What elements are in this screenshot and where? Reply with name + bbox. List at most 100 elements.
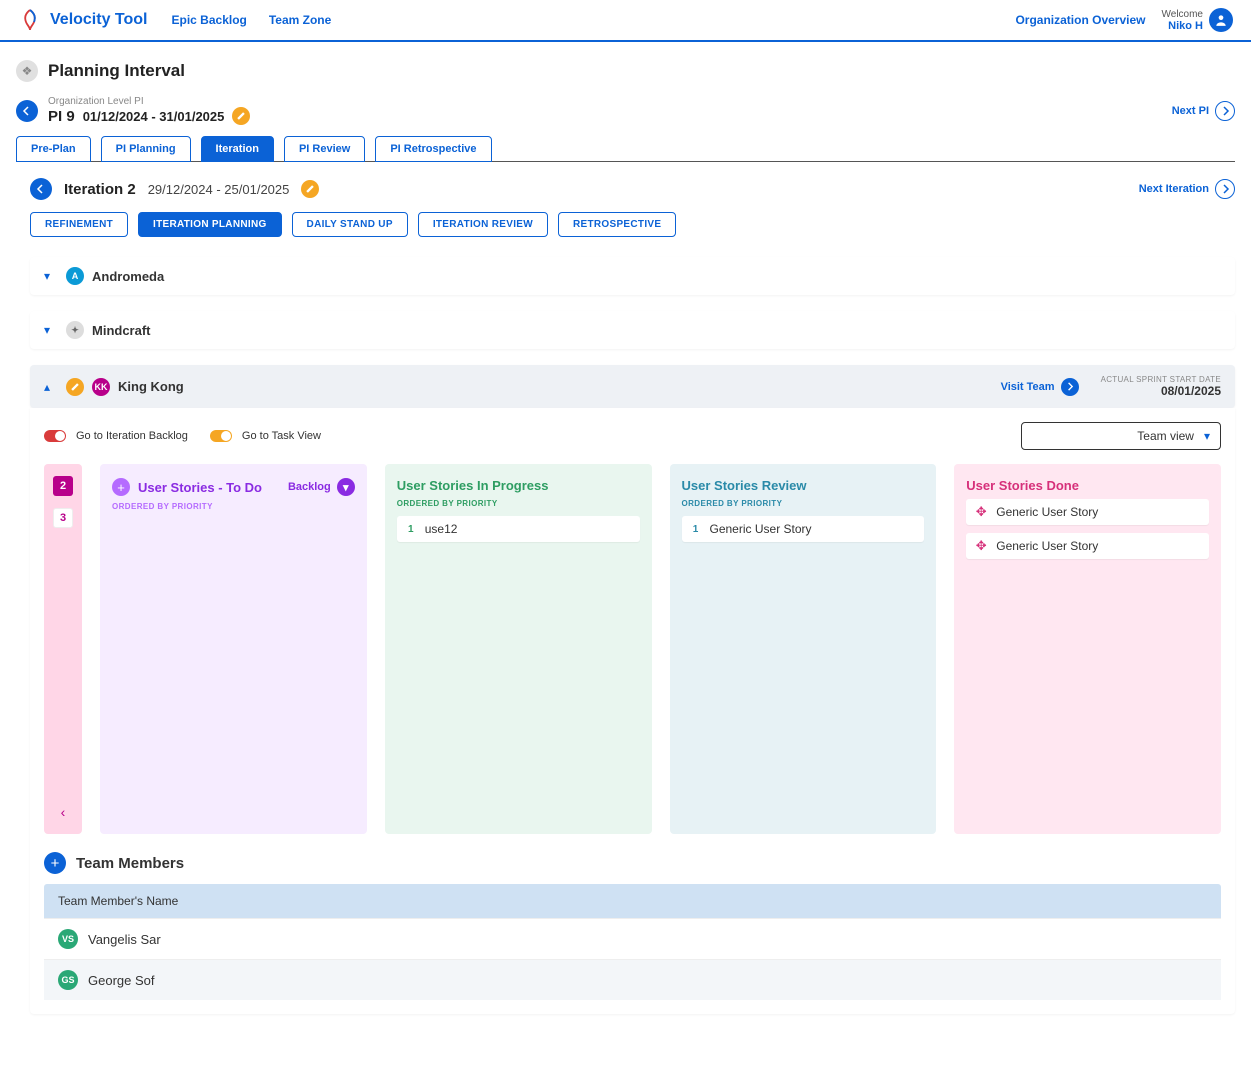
app-logo-icon xyxy=(18,8,42,32)
card-title: use12 xyxy=(425,522,458,536)
app-header: Velocity Tool Epic Backlog Team Zone Org… xyxy=(0,0,1251,42)
pill-daily-standup[interactable]: DAILY STAND UP xyxy=(292,212,408,237)
collapse-side-icon[interactable]: ‹ xyxy=(61,804,66,820)
card-priority: 1 xyxy=(690,524,702,535)
order-note: ORDERED BY PRIORITY xyxy=(682,499,925,508)
card-priority: 1 xyxy=(405,524,417,535)
tab-iteration[interactable]: Iteration xyxy=(201,136,274,162)
prev-pi-button[interactable] xyxy=(16,100,38,122)
chevron-down-icon: ▾ xyxy=(44,323,58,337)
story-card[interactable]: 1 Generic User Story xyxy=(682,516,925,542)
team-members-title: Team Members xyxy=(76,855,184,872)
member-avatar-icon: VS xyxy=(58,929,78,949)
team-avatar-icon: KK xyxy=(92,378,110,396)
nav-epic-backlog[interactable]: Epic Backlog xyxy=(172,13,247,27)
toggle-iteration-backlog-label: Go to Iteration Backlog xyxy=(76,430,188,442)
pi-level-label: Organization Level PI xyxy=(48,96,250,107)
drag-icon: ✥ xyxy=(974,539,988,553)
tab-pre-plan[interactable]: Pre-Plan xyxy=(16,136,91,162)
column-todo: + User Stories - To Do Backlog ▾ ORDERED… xyxy=(100,464,367,834)
welcome-label: Welcome xyxy=(1162,9,1204,20)
view-select[interactable]: Team view ▾ xyxy=(1021,422,1221,450)
column-in-progress: User Stories In Progress ORDERED BY PRIO… xyxy=(385,464,652,834)
team-avatar-icon: A xyxy=(66,267,84,285)
toggle-task-view[interactable] xyxy=(210,430,232,442)
team-header-andromeda[interactable]: ▾ A Andromeda xyxy=(30,257,1235,295)
edit-iteration-button[interactable] xyxy=(301,180,319,198)
user-welcome-block: Welcome Niko H xyxy=(1162,9,1204,32)
user-avatar-icon[interactable] xyxy=(1209,8,1233,32)
team-name: Mindcraft xyxy=(92,323,151,338)
pill-retrospective[interactable]: RETROSPECTIVE xyxy=(558,212,676,237)
card-title: Generic User Story xyxy=(996,539,1098,553)
pill-refinement[interactable]: REFINEMENT xyxy=(30,212,128,237)
pi-dates: 01/12/2024 - 31/01/2025 xyxy=(83,109,225,124)
card-title: Generic User Story xyxy=(996,505,1098,519)
order-note: ORDERED BY PRIORITY xyxy=(112,502,355,511)
column-title: User Stories - To Do xyxy=(138,480,262,495)
story-card[interactable]: ✥ Generic User Story xyxy=(966,499,1209,525)
next-pi-button[interactable]: Next PI xyxy=(1172,101,1235,121)
team-member-row[interactable]: VS Vangelis Sar xyxy=(44,918,1221,959)
team-body: Go to Iteration Backlog Go to Task View … xyxy=(30,408,1235,1014)
next-iteration-button[interactable]: Next Iteration xyxy=(1139,179,1235,199)
tab-pi-planning[interactable]: PI Planning xyxy=(101,136,191,162)
prev-iteration-button[interactable] xyxy=(30,178,52,200)
pill-iteration-review[interactable]: ITERATION REVIEW xyxy=(418,212,548,237)
edit-team-button[interactable] xyxy=(66,378,84,396)
edit-pi-button[interactable] xyxy=(232,107,250,125)
column-title: User Stories In Progress xyxy=(397,478,549,493)
team-name: King Kong xyxy=(118,379,184,394)
nav-org-overview[interactable]: Organization Overview xyxy=(1015,13,1145,27)
team-members-section: + Team Members Team Member's Name VS Van… xyxy=(44,852,1221,1000)
tab-pi-retrospective[interactable]: PI Retrospective xyxy=(375,136,491,162)
chevron-down-icon: ▾ xyxy=(1204,429,1210,443)
drag-icon: ✥ xyxy=(974,505,988,519)
order-note: ORDERED BY PRIORITY xyxy=(397,499,640,508)
column-review: User Stories Review ORDERED BY PRIORITY … xyxy=(670,464,937,834)
member-avatar-icon: GS xyxy=(58,970,78,990)
side-badge[interactable]: 3 xyxy=(53,508,73,528)
add-team-member-button[interactable]: + xyxy=(44,852,66,874)
page-title-icon: ❖ xyxy=(16,60,38,82)
pi-tab-row: Pre-Plan PI Planning Iteration PI Review… xyxy=(16,135,1235,162)
pi-info-block: Organization Level PI PI 9 01/12/2024 - … xyxy=(48,96,250,125)
iteration-title: Iteration 2 xyxy=(64,181,136,198)
sprint-date-value: 08/01/2025 xyxy=(1161,384,1221,398)
board-side-column: 2 3 ‹ xyxy=(44,464,82,834)
toggle-task-view-label: Go to Task View xyxy=(242,430,321,442)
kanban-board: 2 3 ‹ + User Stories - To Do Backlog ▾ O… xyxy=(44,464,1221,834)
pi-name: PI 9 xyxy=(48,108,75,125)
team-members-column-header: Team Member's Name xyxy=(44,884,1221,918)
user-name[interactable]: Niko H xyxy=(1168,20,1203,32)
add-story-button[interactable]: + xyxy=(112,478,130,496)
card-title: Generic User Story xyxy=(710,522,812,536)
story-card[interactable]: ✥ Generic User Story xyxy=(966,533,1209,559)
tab-pi-review[interactable]: PI Review xyxy=(284,136,365,162)
story-card[interactable]: 1 use12 xyxy=(397,516,640,542)
backlog-chip[interactable]: Backlog ▾ xyxy=(288,478,355,496)
toggle-iteration-backlog[interactable] xyxy=(44,430,66,442)
visit-team-link[interactable]: Visit Team xyxy=(1001,378,1079,396)
page-title: Planning Interval xyxy=(48,61,185,81)
column-title: User Stories Review xyxy=(682,478,807,493)
side-badge[interactable]: 2 xyxy=(53,476,73,496)
chevron-down-icon: ▾ xyxy=(337,478,355,496)
sprint-date-block: ACTUAL SPRINT START DATE 08/01/2025 xyxy=(1101,375,1221,398)
pill-iteration-planning[interactable]: ITERATION PLANNING xyxy=(138,212,282,237)
column-done: User Stories Done ✥ Generic User Story ✥… xyxy=(954,464,1221,834)
brand-title[interactable]: Velocity Tool xyxy=(50,11,148,29)
nav-team-zone[interactable]: Team Zone xyxy=(269,13,331,27)
sprint-date-label: ACTUAL SPRINT START DATE xyxy=(1101,375,1221,384)
member-name: Vangelis Sar xyxy=(88,932,161,947)
column-title: User Stories Done xyxy=(966,478,1079,493)
team-member-row[interactable]: GS George Sof xyxy=(44,959,1221,1000)
iteration-dates: 29/12/2024 - 25/01/2025 xyxy=(148,182,290,197)
team-avatar-icon: ✦ xyxy=(66,321,84,339)
member-name: George Sof xyxy=(88,973,155,988)
team-name: Andromeda xyxy=(92,269,164,284)
team-header-kingkong[interactable]: ▴ KK King Kong Visit Team ACTUAL SPRINT … xyxy=(30,365,1235,408)
chevron-down-icon: ▾ xyxy=(44,269,58,283)
team-header-mindcraft[interactable]: ▾ ✦ Mindcraft xyxy=(30,311,1235,349)
chevron-up-icon: ▴ xyxy=(44,380,58,394)
